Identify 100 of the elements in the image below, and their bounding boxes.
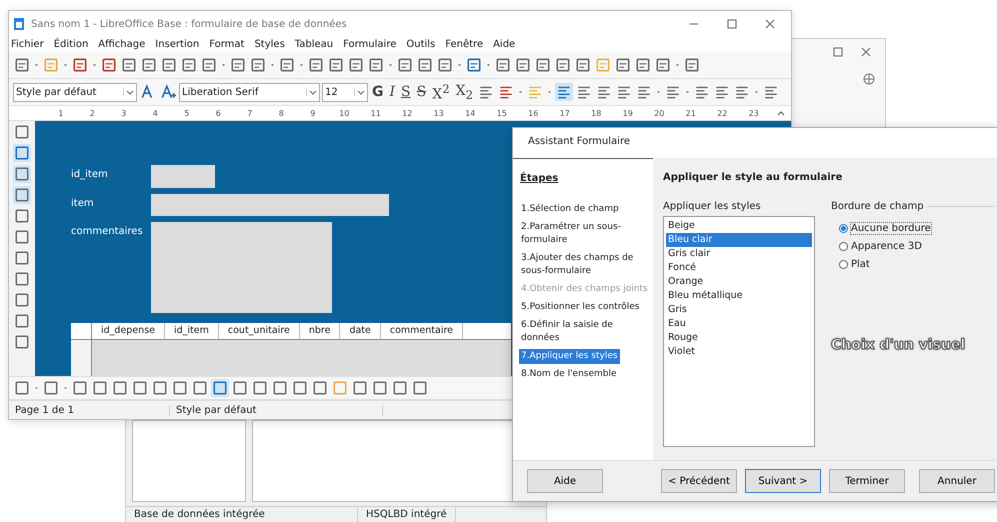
ruler-number: 21	[684, 108, 697, 118]
step-item[interactable]: 5.Positionner les contrôles	[519, 300, 653, 315]
ruler-number: 11	[370, 108, 382, 118]
format-button[interactable]: S	[414, 84, 428, 100]
menu-item[interactable]: Fenêtre	[445, 39, 484, 50]
menu-item[interactable]: Formulaire	[343, 39, 396, 50]
field-label: id_item	[71, 168, 109, 180]
menu-item[interactable]: Outils	[406, 39, 436, 50]
styles-list[interactable]: Beige Bleu clair Gris clair Foncé Orange Bleu métallique Gris Eau Rouge Violet	[663, 216, 815, 447]
column-header: id_depense	[92, 323, 165, 339]
input-field[interactable]	[151, 194, 389, 216]
radio-label: Aucune bordure	[851, 223, 931, 234]
radio-button[interactable]	[839, 242, 848, 251]
step-item[interactable]: 1.Sélection de champ	[519, 202, 653, 217]
menu-item[interactable]: Affichage	[98, 39, 146, 50]
ruler-number: 6	[214, 108, 222, 118]
list-item[interactable]: Beige	[666, 219, 812, 233]
paragraph-style-dropdown[interactable]: Style par défaut	[13, 82, 137, 102]
ruler-number: 2	[88, 108, 96, 118]
ruler-number: 20	[653, 108, 666, 118]
column-header: commentaire	[380, 323, 463, 339]
input-field[interactable]	[151, 222, 332, 313]
ruler-number: 4	[152, 108, 159, 118]
list-item[interactable]: Eau	[666, 317, 812, 331]
maximize-icon[interactable]	[833, 47, 843, 57]
format-button[interactable]: G	[370, 84, 386, 100]
dialog-button[interactable]: Aide	[527, 469, 603, 493]
close-icon[interactable]	[765, 19, 775, 29]
menu-item[interactable]: Édition	[54, 39, 88, 50]
ruler-number: 16	[527, 108, 540, 118]
menu-item[interactable]: Insertion	[155, 39, 200, 50]
checkbox-icon[interactable]	[13, 249, 31, 267]
group-label: Bordure de champ	[831, 201, 924, 212]
format-button[interactable]: X$_{2}$	[454, 82, 475, 102]
dialog-button[interactable]: < Précédent	[661, 469, 737, 493]
status-text: Page 1 de 1	[9, 404, 170, 416]
steps-heading: Étapes	[519, 173, 560, 184]
close-icon[interactable]	[861, 47, 871, 57]
list-item[interactable]: Violet	[666, 345, 812, 359]
field-label: commentaires	[71, 225, 144, 237]
align-left-icon[interactable]	[555, 83, 573, 101]
maximize-icon[interactable]	[727, 19, 737, 29]
dialog-button[interactable]: Terminer	[829, 469, 905, 493]
column-header: nbre	[300, 323, 340, 339]
font-size-dropdown[interactable]: 12	[322, 82, 368, 102]
ruler-number: 23	[748, 108, 760, 118]
step-item[interactable]: 7.Appliquer les styles	[519, 349, 620, 364]
list-item[interactable]: Gris	[666, 303, 812, 317]
format-button[interactable]: S	[399, 84, 413, 100]
scroll-up-icon[interactable]	[777, 109, 785, 117]
list-item[interactable]: Bleu métallique	[666, 289, 812, 303]
font-name-dropdown[interactable]: Liberation Serif	[179, 82, 320, 102]
menu-item[interactable]: Fichier	[11, 39, 44, 50]
ruler-number: 22	[716, 108, 728, 118]
status-text: HSQLBD intégré	[358, 507, 456, 522]
list-item[interactable]: Foncé	[666, 261, 812, 275]
step-item[interactable]: 2.Paramétrer un sous-formulaire	[519, 220, 653, 248]
menu-item[interactable]: Styles	[254, 39, 285, 50]
radio-label: Plat	[851, 259, 870, 270]
ruler-number: 5	[183, 108, 190, 118]
list-item[interactable]: Gris clair	[666, 247, 812, 261]
video-caption: Choix d'un visuel	[831, 337, 966, 353]
list-item[interactable]: Bleu clair	[666, 233, 812, 247]
dropdown-arrow-icon[interactable]	[123, 88, 134, 96]
column-header: cout_unitaire	[218, 323, 300, 339]
ruler-number: 8	[278, 108, 285, 118]
table-control[interactable]: id_depense id_item cout_unitaire nbre date commentaire	[71, 323, 511, 376]
globe-icon[interactable]	[863, 73, 875, 85]
ruler-number: 1	[57, 108, 64, 118]
column-header: id_item	[165, 323, 219, 339]
page-heading: Appliquer le style au formulaire	[663, 172, 844, 183]
dialog-button[interactable]: Annuler	[919, 469, 995, 493]
step-item[interactable]: 8.Nom de l'ensemble	[519, 367, 653, 382]
dropdown-arrow-icon[interactable]	[306, 88, 317, 96]
ruler-number: 17	[558, 108, 571, 118]
menu-item[interactable]: Aide	[493, 39, 516, 50]
ruler-number: 12	[401, 108, 414, 118]
list-item[interactable]: Rouge	[666, 331, 812, 345]
menu-item[interactable]: Format	[209, 39, 244, 50]
step-item[interactable]: 3.Ajouter des champs de sous-formulaire	[519, 251, 653, 279]
step-item[interactable]: 6.Définir la saisie de données	[519, 318, 653, 346]
radio-label: Apparence 3D	[851, 241, 922, 252]
menu-item[interactable]: Tableau	[294, 39, 334, 50]
radio-button[interactable]	[839, 224, 848, 233]
ruler-number: 10	[338, 108, 350, 118]
ruler-number: 7	[246, 108, 254, 118]
input-field[interactable]	[151, 165, 215, 188]
column-header: date	[340, 323, 381, 339]
list-item[interactable]: Orange	[666, 275, 812, 289]
dropdown-arrow-icon[interactable]	[354, 88, 365, 96]
ruler-number: 13	[432, 108, 445, 118]
format-button[interactable]: X$^{2}$	[430, 82, 452, 102]
dialog-title: Assistant Formulaire	[513, 128, 997, 158]
window-title: Sans nom 1 - LibreOffice Base : formulaire de base de données	[31, 18, 347, 30]
radio-button[interactable]	[839, 260, 848, 269]
dialog-button[interactable]: Suivant >	[745, 469, 821, 493]
ruler-number: 15	[496, 108, 508, 118]
field-label: item	[71, 197, 95, 209]
status-text: Base de données intégrée	[126, 507, 358, 522]
format-button[interactable]: I	[388, 84, 398, 100]
